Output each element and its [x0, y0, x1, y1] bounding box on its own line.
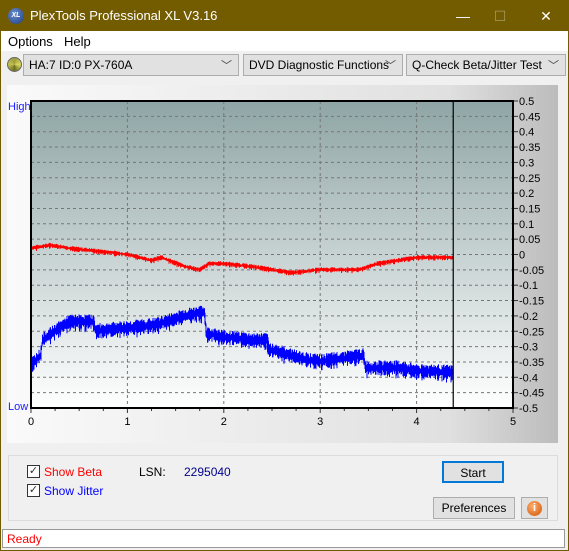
menu-help[interactable]: Help — [64, 34, 91, 49]
maximize-button[interactable]: ☐ — [485, 5, 515, 27]
y-tick-label: 0.2 — [519, 188, 534, 200]
preferences-button[interactable]: Preferences — [433, 497, 515, 519]
chevron-down-icon: ﹀ — [385, 60, 396, 72]
x-tick-label: 4 — [414, 416, 420, 428]
info-button[interactable]: i — [521, 497, 548, 519]
lsn-value: 2295040 — [184, 465, 231, 479]
title-bar: XL PlexTools Professional XL V3.16 — ☐ ✕ — [1, 1, 568, 31]
controls-panel: ✓ Show Beta ✓ Show Jitter LSN: 2295040 S… — [8, 455, 558, 521]
y-tick-label: -0.35 — [519, 357, 544, 369]
beta-jitter-chart: 0.5 0.45 0.4 0.35 0.3 0.25 0.2 0.15 0.1 0.05 0 -0.0… — [8, 96, 544, 428]
y-tick-label: -0.3 — [519, 342, 538, 354]
show-jitter-checkbox[interactable]: ✓ — [27, 484, 40, 497]
y-tick-label: 0.3 — [519, 157, 534, 169]
status-bar: Ready — [2, 529, 565, 548]
y-tick-label: -0.5 — [519, 403, 538, 415]
high-label: High — [8, 101, 31, 113]
x-tick-label: 0 — [28, 416, 34, 428]
window-title: PlexTools Professional XL V3.16 — [30, 8, 218, 23]
show-beta-label[interactable]: Show Beta — [44, 465, 102, 479]
y-tick-label: 0.35 — [519, 142, 540, 154]
x-tick-label: 1 — [124, 416, 130, 428]
low-label: Low — [8, 401, 28, 413]
show-jitter-label[interactable]: Show Jitter — [44, 484, 103, 498]
test-select-value: Q-Check Beta/Jitter Test — [412, 58, 542, 72]
drive-select[interactable]: HA:7 ID:0 PX-760A ﹀ — [23, 54, 239, 76]
disc-icon — [7, 57, 22, 72]
start-button[interactable]: Start — [442, 461, 504, 483]
y-tick-label: 0.05 — [519, 234, 540, 246]
y-tick-label: -0.45 — [519, 388, 544, 400]
info-icon: i — [527, 501, 542, 516]
y-tick-label: -0.25 — [519, 326, 544, 338]
chevron-down-icon: ﹀ — [548, 60, 559, 72]
x-tick-label: 2 — [221, 416, 227, 428]
test-select[interactable]: Q-Check Beta/Jitter Test ﹀ — [406, 54, 566, 76]
chevron-down-icon: ﹀ — [221, 60, 232, 72]
y-tick-label: 0.25 — [519, 173, 540, 185]
show-beta-checkbox[interactable]: ✓ — [27, 465, 40, 478]
y-tick-label: 0 — [519, 250, 525, 262]
drive-select-value: HA:7 ID:0 PX-760A — [29, 58, 133, 72]
y-tick-label: -0.4 — [519, 372, 538, 384]
lsn-label: LSN: — [139, 465, 166, 479]
minimize-button[interactable]: — — [448, 5, 478, 27]
menu-bar: Options Help — [1, 31, 568, 51]
y-tick-label: 0.5 — [519, 96, 534, 108]
x-tick-label: 5 — [510, 416, 516, 428]
function-select[interactable]: DVD Diagnostic Functions ﹀ — [243, 54, 403, 76]
function-select-value: DVD Diagnostic Functions — [249, 58, 390, 72]
y-tick-label: 0.45 — [519, 111, 540, 123]
menu-options[interactable]: Options — [8, 34, 53, 49]
y-tick-label: 0.1 — [519, 219, 534, 231]
chart-panel: 0.5 0.45 0.4 0.35 0.3 0.25 0.2 0.15 0.1 0.05 0 -0.0… — [7, 85, 558, 443]
y-tick-label: 0.15 — [519, 203, 540, 215]
y-tick-label: -0.05 — [519, 265, 544, 277]
y-tick-label: -0.1 — [519, 280, 538, 292]
app-logo: XL — [8, 8, 24, 24]
toolbar: HA:7 ID:0 PX-760A ﹀ DVD Diagnostic Functi… — [1, 51, 568, 79]
y-tick-label: -0.2 — [519, 311, 538, 323]
close-button[interactable]: ✕ — [531, 5, 561, 27]
x-tick-label: 3 — [317, 416, 323, 428]
y-tick-label: -0.15 — [519, 296, 544, 308]
y-tick-label: 0.4 — [519, 127, 534, 139]
